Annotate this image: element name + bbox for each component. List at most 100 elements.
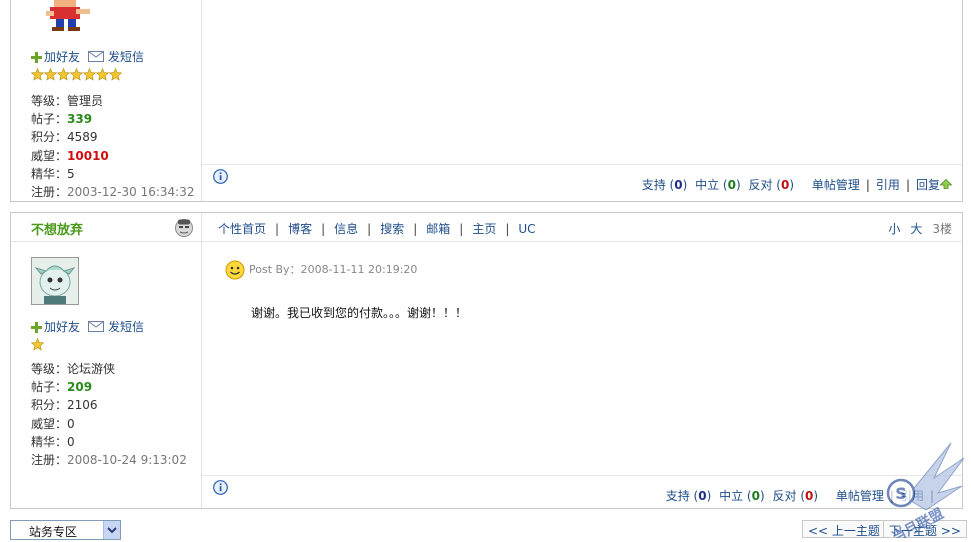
author-stats: 等级：论坛游侠 帖子：209 积分：2106 威望：0 精华：0 注册：2008… <box>31 360 187 469</box>
forum-jump-select[interactable]: 站务专区 <box>10 520 121 540</box>
essence-value: 0 <box>67 434 75 449</box>
post-1: 加好友 发短信 等级：管理员 帖子：339 积分：4589 威望：10010 精华… <box>10 0 963 202</box>
add-friend-link[interactable]: 加好友 <box>44 50 80 64</box>
posts-row: 帖子：339 <box>31 112 93 127</box>
reply-link[interactable]: 回复 <box>916 178 940 192</box>
posts-row: 帖子：209 <box>31 380 93 395</box>
essence-value: 5 <box>67 166 75 181</box>
star-icon <box>31 338 44 351</box>
uc-link[interactable]: UC <box>518 222 535 236</box>
points-row: 积分：2106 <box>31 398 98 413</box>
up-arrow-icon[interactable] <box>940 179 952 189</box>
profile-home-link[interactable]: 个性首页 <box>218 222 266 236</box>
posts-value: 339 <box>67 112 93 127</box>
star-icon <box>57 68 70 81</box>
level-row: 等级：管理员 <box>31 94 104 108</box>
email-link[interactable]: 邮箱 <box>426 222 450 236</box>
author-username[interactable]: 不想放弃 <box>31 219 83 238</box>
support-count: 0 <box>674 178 683 192</box>
essence-row: 精华：0 <box>31 434 75 449</box>
oppose-link[interactable]: 反对 (0) <box>748 178 794 192</box>
smiley-icon <box>225 260 245 280</box>
font-large-link[interactable]: 大 <box>910 222 922 236</box>
rank-stars <box>31 68 122 81</box>
prestige-value: 10010 <box>67 148 109 163</box>
add-friend-link[interactable]: 加好友 <box>44 320 80 334</box>
post-meta: Post By：2008-11-11 20:19:20 <box>225 260 417 280</box>
user-avatar[interactable] <box>31 257 79 305</box>
points-row: 积分：4589 <box>31 130 98 145</box>
post-footer: 支持 (0) 中立 (0) 反对 (0) 单帖管理 | 引用 | 回复 <box>202 164 962 202</box>
star-icon <box>31 68 44 81</box>
user-links: 个性首页 | 博客 | 信息 | 搜索 | 邮箱 | 主页 | UC <box>218 222 536 236</box>
star-icon <box>96 68 109 81</box>
star-icon <box>44 68 57 81</box>
post-2: 不想放弃 加好友 发短信 等级：论坛游侠 帖子：209 积分：2106 威望：0… <box>10 212 963 509</box>
homepage-link[interactable]: 主页 <box>472 222 496 236</box>
prestige-value: 0 <box>67 416 75 431</box>
mail-icon <box>88 51 105 62</box>
author-header: 不想放弃 <box>11 213 201 242</box>
level-row: 等级：论坛游侠 <box>31 362 116 376</box>
post-footer: 支持 (0) 中立 (0) 反对 (0) 单帖管理|引用| <box>202 475 962 513</box>
author-sidebar: 加好友 发短信 等级：管理员 帖子：339 积分：4589 威望：10010 精华… <box>11 0 202 201</box>
star-icon <box>109 68 122 81</box>
post-body: 个性首页 | 博客 | 信息 | 搜索 | 邮箱 | 主页 | UC 小大 3楼 Post By：2008… <box>202 213 962 508</box>
essence-row: 精华：5 <box>31 166 75 181</box>
post-content: 谢谢。我已收到您的付款。。。谢谢！！！ <box>251 306 468 320</box>
send-message-link[interactable]: 发短信 <box>108 50 144 64</box>
post-toolbar: 个性首页 | 博客 | 信息 | 搜索 | 邮箱 | 主页 | UC 小大 3楼 <box>202 213 962 242</box>
neutral-count: 0 <box>727 178 736 192</box>
registered-value: 2003-12-30 16:34:32 <box>67 185 195 200</box>
search-link[interactable]: 搜索 <box>380 222 404 236</box>
prestige-row: 威望：10010 <box>31 148 109 163</box>
support-count: 0 <box>698 489 707 503</box>
support-link[interactable]: 支持 (0) <box>642 178 688 192</box>
post-timestamp: Post By：2008-11-11 20:19:20 <box>249 263 418 276</box>
author-stats: 等级：管理员 帖子：339 积分：4589 威望：10010 精华：5 注册：2… <box>31 92 194 201</box>
oppose-link[interactable]: 反对 (0) <box>772 489 818 503</box>
chevron-down-icon <box>107 527 117 534</box>
watermark-text: 当月联盟 <box>889 505 946 538</box>
neutral-count: 0 <box>751 489 760 503</box>
post-actions: 支持 (0) 中立 (0) 反对 (0) 单帖管理 | 引用 | 回复 <box>641 178 940 192</box>
oppose-count: 0 <box>780 178 790 192</box>
dropdown-button[interactable] <box>103 521 120 539</box>
plus-icon <box>31 52 42 63</box>
level-value: 论坛游侠 <box>67 362 116 376</box>
font-small-link[interactable]: 小 <box>888 222 900 236</box>
registered-value: 2008-10-24 9:13:02 <box>67 453 187 468</box>
user-avatar[interactable] <box>46 0 92 31</box>
plus-icon <box>31 322 42 333</box>
oppose-count: 0 <box>805 489 814 503</box>
info-icon[interactable] <box>213 169 228 184</box>
mail-icon <box>88 321 105 332</box>
info-link[interactable]: 信息 <box>334 222 358 236</box>
registered-row: 注册：2003-12-30 16:34:32 <box>31 185 195 200</box>
author-actions: 加好友 发短信 <box>31 48 148 65</box>
neutral-link[interactable]: 中立 (0) <box>695 178 741 192</box>
quote-link[interactable]: 引用 <box>876 178 900 192</box>
neutral-link[interactable]: 中立 (0) <box>719 489 765 503</box>
star-icon <box>70 68 83 81</box>
prestige-row: 威望：0 <box>31 416 75 431</box>
manage-post-link[interactable]: 单帖管理 <box>812 178 860 192</box>
points-value: 4589 <box>67 130 98 145</box>
svg-text:S: S <box>895 484 907 503</box>
font-size-controls: 小大 3楼 <box>878 220 952 237</box>
author-sidebar: 不想放弃 加好友 发短信 等级：论坛游侠 帖子：209 积分：2106 威望：0… <box>11 213 202 508</box>
rank-stars <box>31 338 44 351</box>
info-icon[interactable] <box>213 480 228 495</box>
author-actions: 加好友 发短信 <box>31 318 148 335</box>
registered-row: 注册：2008-10-24 9:13:02 <box>31 453 187 468</box>
support-link[interactable]: 支持 (0) <box>666 489 712 503</box>
level-value: 管理员 <box>67 94 104 108</box>
points-value: 2106 <box>67 398 98 413</box>
send-message-link[interactable]: 发短信 <box>108 320 144 334</box>
site-watermark-logo: S 当月联盟 <box>886 442 965 538</box>
forum-jump-value: 站务专区 <box>29 525 78 539</box>
post-body: 支持 (0) 中立 (0) 反对 (0) 单帖管理 | 引用 | 回复 <box>202 0 962 201</box>
floor-number: 3楼 <box>932 222 952 236</box>
blog-link[interactable]: 博客 <box>288 222 312 236</box>
posts-value: 209 <box>67 380 93 395</box>
